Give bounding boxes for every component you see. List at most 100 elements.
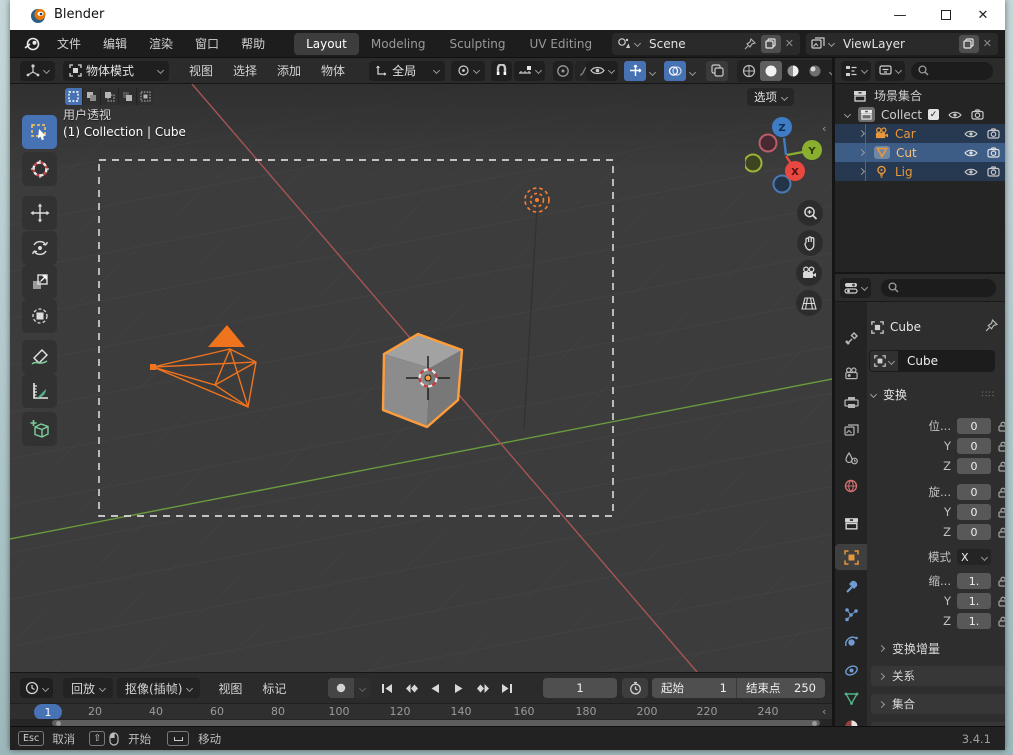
object-name-input[interactable]: Cube [899,350,995,372]
current-frame-marker[interactable]: 1 [34,704,62,720]
tab-view-layer[interactable] [835,417,867,443]
viewlayer-browse-button[interactable] [806,37,839,50]
pivot-dropdown[interactable] [451,60,486,81]
lock-icon[interactable] [998,441,1005,452]
camera-view-button[interactable] [796,260,822,286]
select-mode-invert[interactable] [119,88,136,105]
shading-rendered-button[interactable] [804,61,826,81]
workspace-tab-layout[interactable]: Layout [294,32,359,55]
menu-help[interactable]: 帮助 [230,33,276,55]
outliner-search-input[interactable] [911,61,993,80]
pin-icon[interactable] [744,37,756,50]
rotation-y-field[interactable]: 0 [957,504,991,520]
lock-icon[interactable] [998,596,1005,607]
outliner-editor-type-button[interactable] [841,60,871,81]
tab-physics[interactable] [835,629,867,655]
select-mode-intersect[interactable] [137,88,154,105]
viewport-3d[interactable]: 选项 用户透视 (1) Collection | Cube Z Y X ‹ [10,84,832,672]
new-scene-button[interactable] [760,34,781,53]
navigation-gizmo[interactable]: Z Y X [745,112,830,200]
hide-eye-icon[interactable] [964,167,978,177]
keying-menu[interactable]: 抠像(插帧) [117,678,201,698]
gizmos-dropdown[interactable] [647,64,658,78]
expand-arrow-icon[interactable] [857,129,866,138]
tool-cursor[interactable] [22,152,57,186]
menu-window[interactable]: 窗口 [184,33,230,55]
location-z-field[interactable]: 0 [957,458,991,474]
editor-type-button[interactable] [20,60,55,81]
menu-add[interactable]: 添加 [267,62,311,79]
frame-end-field[interactable]: 结束点 250 [737,678,825,698]
frame-start-field[interactable]: 起始 1 [652,678,737,698]
tab-modifiers[interactable] [835,573,867,599]
timeline-marker-menu[interactable]: 标记 [252,680,296,697]
snap-toggle[interactable] [491,60,513,81]
tool-add-cube[interactable] [22,412,57,446]
next-keyframe-button[interactable] [472,678,494,698]
location-x-field[interactable]: 0 [957,418,991,434]
snap-with-dropdown[interactable] [514,60,546,81]
tool-measure[interactable] [22,374,57,408]
section-collections[interactable]: 集合 ∷∷ [871,694,1005,714]
outliner-row-collection[interactable]: Collect ✓ [835,105,1005,124]
timeline-view-menu[interactable]: 视图 [208,680,252,697]
menu-select[interactable]: 选择 [223,62,267,79]
hide-eye-icon[interactable] [964,129,978,139]
orientation-dropdown[interactable]: 全局 [369,60,446,81]
hide-eye-icon[interactable] [964,148,978,158]
proportional-editing-toggle[interactable] [553,60,574,81]
timeline-editor-type-button[interactable] [20,678,53,698]
auto-key-dropdown[interactable] [354,678,371,698]
tool-select-box[interactable] [22,115,57,149]
pin-icon[interactable] [985,319,998,332]
lock-icon[interactable] [998,527,1005,538]
pan-button[interactable] [797,230,823,256]
lock-icon[interactable] [998,461,1005,472]
tab-output[interactable] [835,389,867,415]
menu-edit[interactable]: 编辑 [92,33,138,55]
tab-scene[interactable] [835,445,867,471]
tab-object[interactable] [835,544,867,570]
collapse-timeline-icon[interactable]: ‹ [822,705,826,718]
lock-icon[interactable] [998,616,1005,627]
lock-icon[interactable] [998,507,1005,518]
transform-panel-header[interactable]: 变换 ∷∷ [869,386,1003,403]
outliner-row-cube[interactable]: Cut [835,143,1005,162]
outliner-filter-button[interactable] [875,60,905,81]
expand-arrow-icon[interactable] [843,110,852,119]
auto-key-record-button[interactable] [328,678,354,698]
overlays-dropdown[interactable] [687,64,698,78]
zoom-button[interactable] [797,200,823,226]
disable-render-camera-icon[interactable] [987,128,1000,139]
outliner-row-camera[interactable]: Car [835,124,1005,143]
play-reverse-button[interactable] [424,678,446,698]
tab-object-data[interactable] [835,685,867,711]
menu-file[interactable]: 文件 [46,33,92,55]
collapse-sidebar-icon[interactable]: ‹ [822,122,826,135]
delta-transform-section[interactable]: 变换增量 [877,640,940,657]
select-mode-extend[interactable] [83,88,100,105]
scrollbar-handle-left[interactable] [56,720,61,726]
menu-render[interactable]: 渲染 [138,33,184,55]
drag-handle-icon[interactable]: ∷∷ [982,390,995,400]
prev-keyframe-button[interactable] [400,678,422,698]
new-viewlayer-button[interactable] [958,34,979,53]
rotation-mode-dropdown[interactable]: X [957,549,991,565]
tab-particles[interactable] [835,601,867,627]
close-button[interactable]: ✕ [961,0,1005,30]
unlink-scene-button[interactable]: ✕ [785,37,794,50]
scrollbar-handle-right[interactable] [812,720,817,726]
location-y-field[interactable]: 0 [957,438,991,454]
tab-tool[interactable] [835,325,867,351]
rotation-z-field[interactable]: 0 [957,524,991,540]
object-type-dropdown[interactable] [869,350,899,372]
current-frame-field[interactable]: 1 [543,678,617,698]
tab-render[interactable] [835,360,867,386]
overlays-toggle[interactable] [664,60,686,81]
gizmos-toggle[interactable] [624,60,646,81]
scale-y-field[interactable]: 1. [957,593,991,609]
properties-editor-type-button[interactable] [840,277,871,298]
disable-render-camera-icon[interactable] [987,166,1000,177]
rotation-x-field[interactable]: 0 [957,484,991,500]
xray-toggle[interactable] [706,60,728,81]
